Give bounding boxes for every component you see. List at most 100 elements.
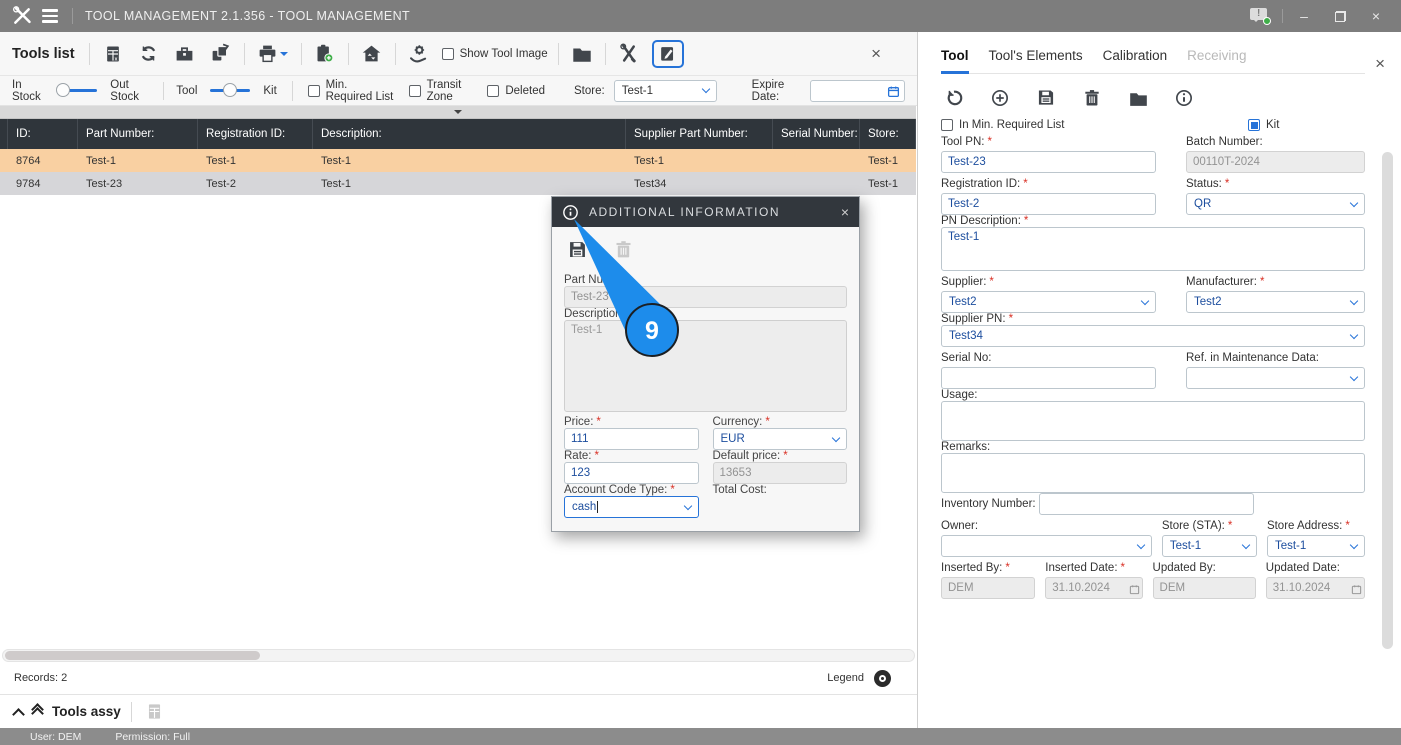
- currency-select[interactable]: EUR: [712, 428, 847, 450]
- status-select[interactable]: QR: [1186, 193, 1365, 215]
- price-input[interactable]: [564, 428, 699, 450]
- vertical-scrollbar[interactable]: [1381, 152, 1394, 692]
- store-address-select[interactable]: Test-1: [1266, 535, 1365, 557]
- pn-description-textarea[interactable]: Test-1: [941, 227, 1365, 271]
- delete-icon[interactable]: [1081, 87, 1103, 109]
- in-min-required-checkbox[interactable]: [941, 119, 953, 131]
- col-description[interactable]: Description:: [313, 119, 626, 149]
- usage-textarea[interactable]: [941, 401, 1365, 441]
- tool-kit-toggle[interactable]: [208, 83, 252, 98]
- store-select[interactable]: Test-1: [613, 79, 717, 102]
- serial-no-input[interactable]: [941, 367, 1156, 389]
- registration-id-input[interactable]: [941, 193, 1156, 215]
- print-icon[interactable]: [255, 41, 291, 67]
- kit-checkbox[interactable]: [1248, 119, 1260, 131]
- kit-label: Kit: [263, 84, 277, 97]
- legend-target-icon[interactable]: [874, 669, 891, 687]
- message-icon[interactable]: !: [1250, 7, 1272, 25]
- manufacturer-select[interactable]: Test2: [1186, 291, 1365, 313]
- close-window-button[interactable]: ×: [1361, 4, 1391, 28]
- account-code-type-select[interactable]: cash: [564, 496, 699, 518]
- save-icon[interactable]: [1035, 87, 1057, 109]
- double-chevron-up-icon[interactable]: [31, 703, 44, 720]
- owner-select[interactable]: [941, 535, 1152, 557]
- out-stock-label: Out Stock: [110, 78, 140, 103]
- table-row[interactable]: 9784 Test-23 Test-2 Test-1 Test34 Test-1: [0, 172, 916, 195]
- report-icon[interactable]: x: [100, 41, 126, 67]
- refresh-icon[interactable]: [136, 41, 162, 67]
- default-price-input: [712, 462, 847, 484]
- col-id[interactable]: ID:: [8, 119, 78, 149]
- currency-label: Currency: *: [712, 416, 770, 428]
- ref-maintenance-select[interactable]: [1186, 367, 1365, 389]
- print-dropdown-caret[interactable]: [280, 51, 289, 60]
- store-sta-label: Store (STA): *: [1161, 520, 1233, 532]
- chevron-down-icon: [1349, 296, 1359, 305]
- registration-id-label: Registration ID: *: [941, 178, 1028, 190]
- cell-serial: [773, 172, 860, 195]
- chevron-up-icon[interactable]: [12, 707, 25, 721]
- supplier-pn-select[interactable]: Test34: [941, 325, 1365, 347]
- tool-pn-input[interactable]: [941, 151, 1156, 173]
- status-bar: User: DEM Permission: Full: [0, 728, 1401, 745]
- collapse-filter-strip[interactable]: [0, 106, 916, 119]
- save-icon[interactable]: [564, 236, 590, 262]
- close-tools-list-button[interactable]: ×: [871, 44, 881, 64]
- rate-label: Rate: *: [564, 450, 599, 462]
- chevron-down-icon: [1140, 296, 1150, 305]
- copy-move-icon[interactable]: [208, 41, 234, 67]
- show-tool-image-label: Show Tool Image: [459, 47, 548, 60]
- info-icon[interactable]: [1173, 87, 1195, 109]
- deleted-checkbox[interactable]: Deleted: [487, 84, 545, 97]
- tab-tools-elements[interactable]: Tool's Elements: [989, 48, 1083, 74]
- assy-report-icon[interactable]: [142, 699, 168, 725]
- undo-icon[interactable]: [943, 87, 965, 109]
- filter-bar: In Stock Out Stock Tool Kit Min. Require…: [0, 76, 917, 106]
- horizontal-scrollbar[interactable]: [2, 649, 915, 662]
- supplier-select[interactable]: Test2: [941, 291, 1156, 313]
- vertical-scrollbar-thumb[interactable]: [1382, 152, 1393, 649]
- col-supplier-part-number[interactable]: Supplier Part Number:: [626, 119, 773, 149]
- show-tool-image-checkbox[interactable]: Show Tool Image: [441, 47, 548, 60]
- rate-input[interactable]: [564, 462, 699, 484]
- calendar-icon[interactable]: [887, 85, 900, 101]
- in-min-required-label: In Min. Required List: [959, 119, 1065, 131]
- table-row[interactable]: 8764 Test-1 Test-1 Test-1 Test-1 Test-1: [0, 149, 916, 172]
- tools-icon[interactable]: [616, 41, 642, 67]
- deleted-label: Deleted: [505, 84, 545, 97]
- restore-button[interactable]: [1325, 4, 1355, 28]
- description-textarea: Test-1: [564, 320, 847, 412]
- hand-gear-icon[interactable]: [406, 41, 432, 67]
- expire-date-input[interactable]: [809, 79, 906, 102]
- remarks-textarea[interactable]: [941, 453, 1365, 493]
- tab-tool[interactable]: Tool: [941, 48, 969, 74]
- collapse-arrow-icon: [454, 110, 462, 118]
- folder-icon[interactable]: [569, 41, 595, 67]
- home-transfer-icon[interactable]: [359, 41, 385, 67]
- cell-part-number: Test-23: [86, 177, 123, 190]
- add-icon[interactable]: [989, 87, 1011, 109]
- price-label: Price: *: [564, 416, 601, 428]
- store-address-label: Store Address: *: [1266, 520, 1350, 532]
- min-required-checkbox[interactable]: Min. Required List: [307, 79, 394, 103]
- edit-tool-button[interactable]: [651, 39, 684, 68]
- col-store[interactable]: Store:: [860, 119, 916, 149]
- minimize-button[interactable]: –: [1289, 4, 1319, 28]
- store-sta-select[interactable]: Test-1: [1161, 535, 1257, 557]
- col-registration-id[interactable]: Registration ID:: [198, 119, 313, 149]
- inventory-number-input[interactable]: [1038, 493, 1254, 515]
- cell-registration-id: Test-1: [206, 154, 236, 167]
- tab-calibration[interactable]: Calibration: [1103, 48, 1168, 74]
- horizontal-scrollbar-thumb[interactable]: [5, 651, 260, 660]
- col-serial-number[interactable]: Serial Number:: [773, 119, 860, 149]
- col-part-number[interactable]: Part Number:: [78, 119, 198, 149]
- total-cost-label: Total Cost:: [712, 484, 767, 496]
- toolbox-icon[interactable]: [172, 41, 198, 67]
- stock-toggle[interactable]: [55, 83, 99, 98]
- close-tool-panel-button[interactable]: ×: [1375, 54, 1385, 74]
- folder-icon[interactable]: [1127, 87, 1149, 109]
- clipboard-add-icon[interactable]: [312, 41, 338, 67]
- transit-zone-checkbox[interactable]: Transit Zone: [408, 79, 473, 103]
- close-dialog-button[interactable]: ×: [841, 204, 849, 220]
- menu-icon[interactable]: [42, 9, 58, 23]
